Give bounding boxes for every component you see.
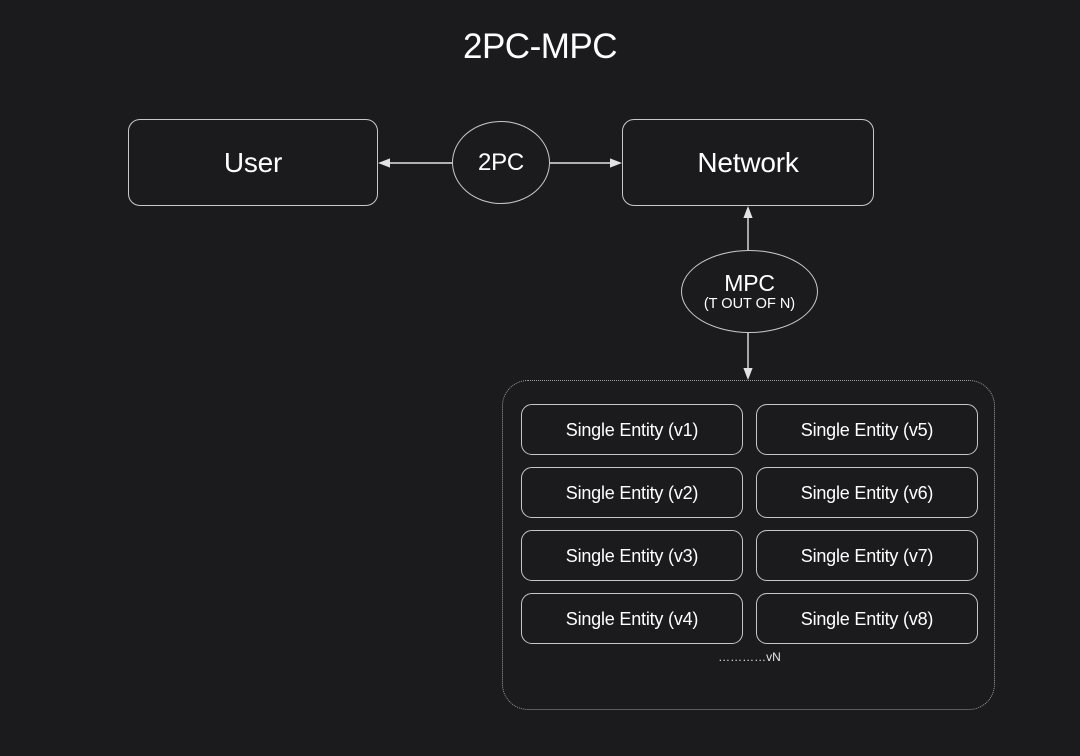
diagram-canvas: 2PC-MPC User Network 2PC MPC (T OUT OF N… bbox=[0, 0, 1080, 756]
entity-label: Single Entity (v4) bbox=[565, 608, 699, 629]
entity-box-v6[interactable]: Single Entity (v6) bbox=[756, 467, 978, 518]
entity-box-v8[interactable]: Single Entity (v8) bbox=[756, 593, 978, 644]
entities-container: Single Entity (v1) Single Entity (v5) Si… bbox=[502, 380, 995, 710]
node-user[interactable]: User bbox=[128, 119, 378, 206]
edge-2pc-to-user bbox=[378, 158, 452, 168]
entity-label: Single Entity (v1) bbox=[565, 419, 699, 440]
node-network[interactable]: Network bbox=[622, 119, 874, 206]
node-network-label: Network bbox=[697, 146, 799, 178]
entity-label: Single Entity (v3) bbox=[565, 545, 699, 566]
page-title: 2PC-MPC bbox=[462, 27, 618, 66]
entity-box-v5[interactable]: Single Entity (v5) bbox=[756, 404, 978, 455]
entity-label: Single Entity (v6) bbox=[800, 482, 934, 503]
entity-grid: Single Entity (v1) Single Entity (v5) Si… bbox=[521, 404, 978, 656]
entity-row: Single Entity (v1) Single Entity (v5) bbox=[521, 404, 978, 455]
entity-row: Single Entity (v3) Single Entity (v7) bbox=[521, 530, 978, 581]
entity-row: Single Entity (v4) Single Entity (v8) bbox=[521, 593, 978, 644]
entity-label: Single Entity (v7) bbox=[800, 545, 934, 566]
edge-mpc-to-entities bbox=[743, 333, 753, 380]
entity-row: Single Entity (v2) Single Entity (v6) bbox=[521, 467, 978, 518]
node-mpc-label: MPC bbox=[724, 269, 775, 296]
entity-label: Single Entity (v5) bbox=[800, 419, 934, 440]
entity-label: Single Entity (v2) bbox=[565, 482, 699, 503]
entity-box-v7[interactable]: Single Entity (v7) bbox=[756, 530, 978, 581]
entity-box-v2[interactable]: Single Entity (v2) bbox=[521, 467, 743, 518]
node-mpc-sublabel: (T OUT OF N) bbox=[703, 295, 796, 312]
entity-box-v1[interactable]: Single Entity (v1) bbox=[521, 404, 743, 455]
edge-mpc-to-network bbox=[743, 206, 753, 250]
entity-box-v3[interactable]: Single Entity (v3) bbox=[521, 530, 743, 581]
node-2pc-label: 2PC bbox=[477, 148, 525, 176]
node-2pc[interactable]: 2PC bbox=[452, 121, 550, 204]
node-user-label: User bbox=[223, 146, 283, 178]
entity-label: Single Entity (v8) bbox=[800, 608, 934, 629]
node-mpc[interactable]: MPC (T OUT OF N) bbox=[681, 250, 818, 333]
entities-more-label: …………vN bbox=[718, 650, 781, 664]
entity-box-v4[interactable]: Single Entity (v4) bbox=[521, 593, 743, 644]
edge-2pc-to-network bbox=[550, 158, 622, 168]
